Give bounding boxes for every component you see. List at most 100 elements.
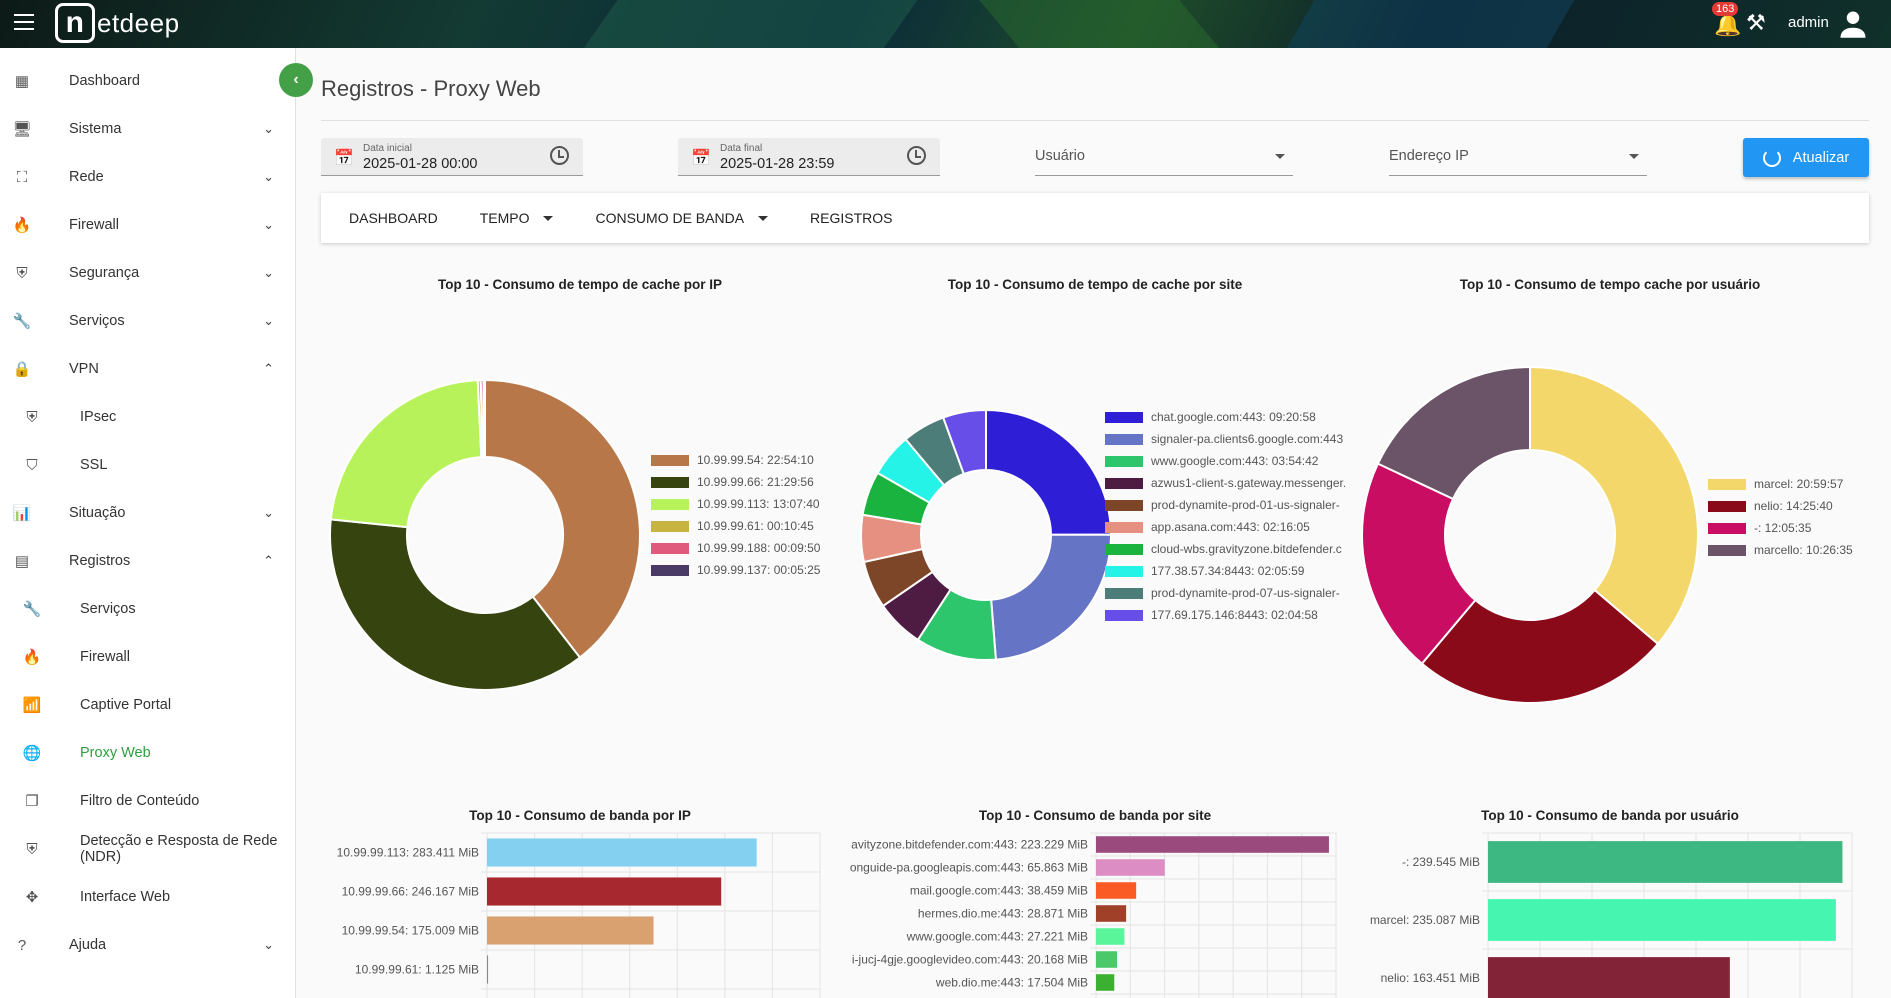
sidebar-item-interface-web[interactable]: ✥ Interface Web bbox=[0, 877, 296, 917]
legend-item[interactable]: azwus1-client-s.gateway.messenger. bbox=[1105, 472, 1345, 494]
legend-label: prod-dynamite-prod-01-us-signaler- bbox=[1151, 498, 1340, 512]
legend-label: app.asana.com:443: 02:16:05 bbox=[1151, 520, 1310, 534]
chevron-down-icon[interactable]: ⌄ bbox=[263, 505, 274, 521]
bar[interactable] bbox=[1488, 957, 1730, 998]
bar[interactable] bbox=[1096, 859, 1165, 876]
end-date-field[interactable]: 📅 Data final 2025-01-28 23:59 bbox=[678, 138, 940, 176]
bar[interactable] bbox=[1096, 951, 1118, 968]
sidebar-item-seguran-a[interactable]: ⛨ Segurança ⌄ bbox=[0, 253, 296, 293]
user-name[interactable]: admin bbox=[1788, 14, 1829, 31]
legend-item[interactable]: 10.99.99.137: 00:05:25 bbox=[651, 559, 851, 581]
legend-item[interactable]: cloud-wbs.gravityzone.bitdefender.c bbox=[1105, 538, 1345, 560]
legend-item[interactable]: marcel: 20:59:57 bbox=[1708, 473, 1891, 495]
bar[interactable] bbox=[487, 955, 489, 984]
sidebar-item-ipsec[interactable]: ⛨ IPsec bbox=[0, 397, 296, 437]
sidebar-item-label: Captive Portal bbox=[80, 697, 172, 713]
tools-icon[interactable]: ⚒ bbox=[1746, 10, 1766, 36]
sidebar-item-rede[interactable]: ⛶ Rede ⌄ bbox=[0, 157, 296, 197]
bar[interactable] bbox=[1488, 899, 1836, 941]
legend-item[interactable]: app.asana.com:443: 02:16:05 bbox=[1105, 516, 1345, 538]
chevron-up-icon[interactable]: ⌃ bbox=[263, 361, 274, 377]
sidebar-item-servi-os[interactable]: 🔧 Serviços ⌄ bbox=[0, 301, 296, 341]
sidebar-item-servi-os[interactable]: 🔧 Serviços bbox=[0, 589, 296, 629]
bar-label: mail.google.com:443: 38.459 MiB bbox=[910, 884, 1088, 898]
legend-item[interactable]: signaler-pa.clients6.google.com:443 bbox=[1105, 428, 1345, 450]
refresh-button[interactable]: Atualizar bbox=[1743, 138, 1869, 177]
sidebar-item-captive-portal[interactable]: 📶 Captive Portal bbox=[0, 685, 296, 725]
ip-select[interactable]: Endereço IP bbox=[1389, 138, 1647, 176]
sidebar-item-vpn[interactable]: 🔒 VPN ⌃ bbox=[0, 349, 296, 389]
legend-swatch bbox=[651, 542, 689, 554]
bar[interactable] bbox=[1488, 841, 1843, 883]
bar[interactable] bbox=[487, 877, 722, 906]
legend-item[interactable]: nelio: 14:25:40 bbox=[1708, 495, 1891, 517]
logo[interactable]: n etdeep bbox=[55, 3, 180, 43]
tab-registros[interactable]: REGISTROS bbox=[810, 210, 892, 226]
sidebar-item-filtro-de-conte-do[interactable]: ❐ Filtro de Conteúdo bbox=[0, 781, 296, 821]
bar[interactable] bbox=[1096, 974, 1115, 991]
collapse-sidebar-button[interactable]: ‹ bbox=[279, 63, 313, 97]
sidebar-item-label: Proxy Web bbox=[80, 745, 151, 761]
sidebar-item-ajuda[interactable]: ? Ajuda ⌄ bbox=[0, 925, 296, 965]
bar-label: 10.99.99.113: 283.411 MiB bbox=[337, 846, 479, 860]
legend-item[interactable]: prod-dynamite-prod-07-us-signaler- bbox=[1105, 582, 1345, 604]
bar[interactable] bbox=[1096, 836, 1329, 853]
tab-dashboard[interactable]: DASHBOARD bbox=[349, 210, 438, 226]
donut-slice[interactable] bbox=[482, 378, 486, 459]
legend-item[interactable]: 10.99.99.61: 00:10:45 bbox=[651, 515, 851, 537]
sidebar-item-label: Filtro de Conteúdo bbox=[80, 793, 200, 809]
legend-item[interactable]: 10.99.99.66: 21:29:56 bbox=[651, 471, 851, 493]
start-date-field[interactable]: 📅 Data inicial 2025-01-28 00:00 bbox=[321, 138, 583, 176]
bar[interactable] bbox=[487, 916, 654, 945]
bar[interactable] bbox=[1096, 928, 1125, 945]
sidebar-item-situa-o[interactable]: 📊 Situação ⌄ bbox=[0, 493, 296, 533]
chevron-down-icon[interactable]: ⌄ bbox=[263, 121, 274, 137]
shield-check-icon: ⛨ bbox=[26, 840, 38, 858]
tab-bar: DASHBOARD TEMPO CONSUMO DE BANDA REGISTROS bbox=[321, 193, 1869, 243]
sidebar-item-ssl[interactable]: ⛉ SSL bbox=[0, 445, 296, 485]
legend-item[interactable]: 10.99.99.188: 00:09:50 bbox=[651, 537, 851, 559]
legend-item[interactable]: 10.99.99.113: 13:07:40 bbox=[651, 493, 851, 515]
sidebar-item-firewall[interactable]: 🔥 Firewall ⌄ bbox=[0, 205, 296, 245]
bar[interactable] bbox=[1096, 882, 1137, 899]
chevron-down-icon[interactable]: ⌄ bbox=[263, 265, 274, 281]
chevron-down-icon[interactable]: ⌄ bbox=[263, 313, 274, 329]
chevron-down-icon[interactable]: ⌄ bbox=[263, 217, 274, 233]
bar[interactable] bbox=[1096, 905, 1127, 922]
legend-item[interactable]: prod-dynamite-prod-01-us-signaler- bbox=[1105, 494, 1345, 516]
legend-item[interactable]: 177.69.175.146:8443: 02:04:58 bbox=[1105, 604, 1345, 626]
legend-swatch bbox=[1105, 477, 1143, 489]
sidebar-item-detec-o-e-resposta-de-rede-ndr-[interactable]: ⛨ Detecção e Resposta de Rede (NDR) bbox=[0, 829, 296, 869]
legend-label: marcel: 20:59:57 bbox=[1754, 477, 1844, 491]
donut-slice[interactable] bbox=[985, 408, 1113, 536]
sidebar-item-sistema[interactable]: 🖥 Sistema ⌄ bbox=[0, 109, 296, 149]
chevron-up-icon[interactable]: ⌃ bbox=[263, 553, 274, 569]
sidebar-item-proxy-web[interactable]: 🌐 Proxy Web bbox=[0, 733, 296, 773]
donut-slice[interactable] bbox=[329, 379, 483, 529]
sidebar-item-label: Segurança bbox=[69, 265, 140, 281]
chevron-down-icon[interactable]: ⌄ bbox=[263, 169, 274, 185]
legend-label: nelio: 14:25:40 bbox=[1754, 499, 1833, 513]
tab-consumo-de-banda[interactable]: CONSUMO DE BANDA bbox=[595, 210, 769, 226]
legend-item[interactable]: marcello: 10:26:35 bbox=[1708, 539, 1891, 561]
menu-button[interactable] bbox=[14, 14, 34, 32]
bar[interactable] bbox=[487, 838, 757, 867]
donut-slice[interactable] bbox=[990, 533, 1113, 661]
legend-swatch bbox=[1708, 544, 1746, 556]
legend-item[interactable]: www.google.com:443: 03:54:42 bbox=[1105, 450, 1345, 472]
clock-icon[interactable] bbox=[550, 146, 569, 165]
sidebar-item-firewall[interactable]: 🔥 Firewall bbox=[0, 637, 296, 677]
tab-tempo[interactable]: TEMPO bbox=[480, 210, 554, 226]
legend-item[interactable]: 177.38.57.34:8443: 02:05:59 bbox=[1105, 560, 1345, 582]
legend-item[interactable]: chat.google.com:443: 09:20:58 bbox=[1105, 406, 1345, 428]
user-icon[interactable] bbox=[1838, 9, 1868, 39]
legend-swatch bbox=[1708, 500, 1746, 512]
sidebar-item-dashboard[interactable]: ▦ Dashboard bbox=[0, 61, 296, 101]
clock-icon[interactable] bbox=[907, 146, 926, 165]
legend-item[interactable]: 10.99.99.54: 22:54:10 bbox=[651, 449, 851, 471]
sidebar-item-registros[interactable]: ▤ Registros ⌃ bbox=[0, 541, 296, 581]
legend-item[interactable]: -: 12:05:35 bbox=[1708, 517, 1891, 539]
donut-slice[interactable] bbox=[1529, 365, 1699, 646]
user-select[interactable]: Usuário bbox=[1035, 138, 1293, 176]
chevron-down-icon[interactable]: ⌄ bbox=[263, 937, 274, 953]
